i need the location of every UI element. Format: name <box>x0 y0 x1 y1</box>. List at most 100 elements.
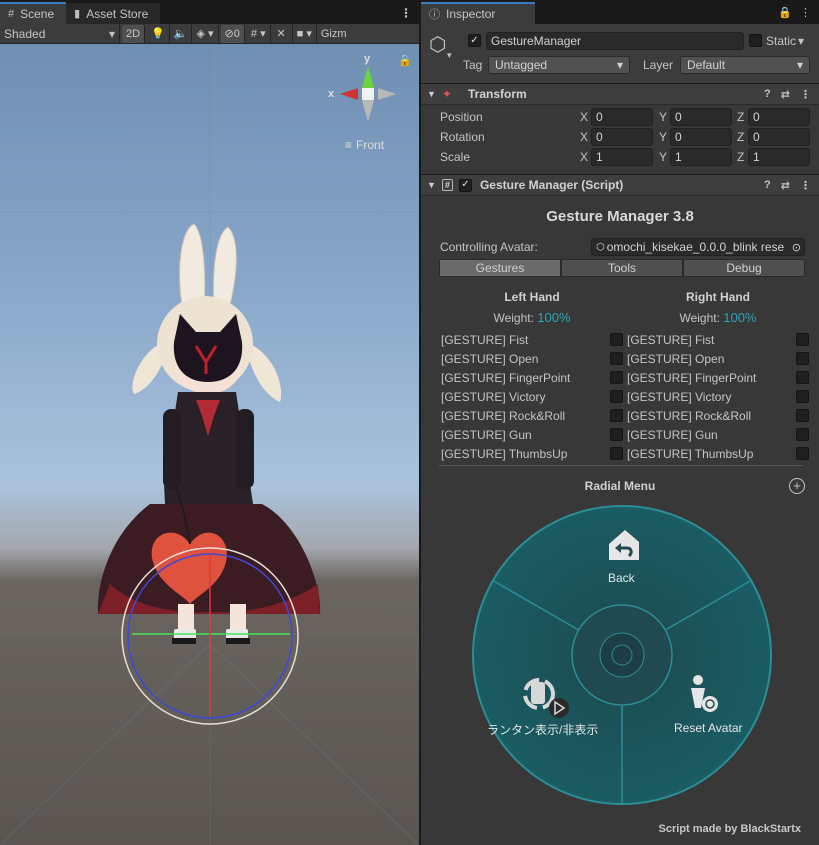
prefab-icon: ⬡ <box>596 241 605 253</box>
axis-z-label[interactable]: Z <box>737 130 744 144</box>
axis-x-label[interactable]: X <box>580 150 588 164</box>
shading-mode-dropdown[interactable]: Shaded ▾ <box>0 24 120 43</box>
object-name-field[interactable]: GestureManager <box>486 32 744 50</box>
axis-y-label[interactable]: Y <box>659 110 667 124</box>
gesture-checkbox[interactable] <box>796 371 809 384</box>
tab-inspector[interactable]: ⓘ Inspector <box>421 2 536 24</box>
rotation-row: Rotation X 0 Y 0 Z 0 <box>421 127 819 147</box>
hamburger-icon: ≡ <box>345 138 353 152</box>
static-checkbox[interactable] <box>749 34 762 47</box>
scene-toolbar: Shaded ▾ 2D 💡 🔈 ◈ ▾ ⊘ 0 # ▾ ✕ ■ ▾ Gizm <box>0 24 419 44</box>
position-row: Position X 0 Y 0 Z 0 <box>421 107 819 127</box>
gesture-checkbox[interactable] <box>796 352 809 365</box>
kebab-menu-icon[interactable]: ⋮ <box>400 6 412 20</box>
scale-z-field[interactable]: 1 <box>748 148 810 166</box>
tag-dropdown[interactable]: Untagged ▾ <box>488 56 630 74</box>
grid-snap-dropdown[interactable]: # ▾ <box>247 24 271 43</box>
preset-icon[interactable]: ⇄ <box>781 179 790 192</box>
view-direction-label[interactable]: ≡ Front <box>345 138 384 152</box>
position-x-field[interactable]: 0 <box>591 108 653 126</box>
gesture-checkbox[interactable] <box>796 390 809 403</box>
foldout-arrow-icon: ▼ <box>427 180 436 190</box>
kebab-menu-icon[interactable]: ⋮ <box>800 179 811 192</box>
position-z-value: 0 <box>753 110 760 124</box>
gesture-label: [GESTURE] Fist <box>627 332 715 347</box>
static-dropdown[interactable]: Static ▾ <box>766 34 804 48</box>
axis-y-label[interactable]: Y <box>659 130 667 144</box>
lighting-toggle-button[interactable]: 💡 <box>147 24 170 43</box>
audio-toggle-button[interactable]: 🔈 <box>170 24 193 43</box>
rotation-z-field[interactable]: 0 <box>748 128 810 146</box>
lock-icon[interactable]: 🔒 <box>778 6 792 19</box>
position-z-field[interactable]: 0 <box>748 108 810 126</box>
help-icon[interactable]: ? <box>764 179 771 192</box>
credits-footer: Script made by BlackStartx <box>658 823 801 835</box>
axis-z-label[interactable]: Z <box>737 110 744 124</box>
gesture-row: [GESTURE] Open <box>439 349 625 368</box>
transform-header[interactable]: ▼ ✦ Transform ? ⇄ ⋮ <box>421 83 819 105</box>
gesture-checkbox[interactable] <box>610 352 623 365</box>
controlling-avatar-value: omochi_kisekae_0.0.0_blink rese <box>606 240 785 254</box>
position-y-field[interactable]: 0 <box>670 108 732 126</box>
gesture-checkbox[interactable] <box>610 447 623 460</box>
add-button[interactable]: + <box>789 478 805 494</box>
gesture-checkbox[interactable] <box>610 390 623 403</box>
tab-asset-store[interactable]: ▮ Asset Store <box>66 2 161 24</box>
left-hand-title: Left Hand <box>504 290 560 304</box>
preset-icon[interactable]: ⇄ <box>781 88 790 101</box>
hidden-objects-button[interactable]: ⊘ 0 <box>220 24 245 43</box>
gesture-label: [GESTURE] FingerPoint <box>627 370 757 385</box>
2d-toggle-button[interactable]: 2D <box>122 24 146 43</box>
orientation-gizmo[interactable] <box>340 66 396 122</box>
controlling-avatar-field[interactable]: ⬡ omochi_kisekae_0.0.0_blink rese ⊙ <box>591 238 805 256</box>
camera-dropdown[interactable]: ■ ▾ <box>293 24 317 43</box>
component-enabled-checkbox[interactable]: ✓ <box>458 178 472 192</box>
axes-icon: ✦ <box>441 87 452 101</box>
kebab-menu-icon[interactable]: ⋮ <box>800 88 811 101</box>
gizmos-dropdown[interactable]: Gizm <box>317 25 351 43</box>
tools-button[interactable]: ✕ <box>271 24 293 43</box>
help-icon[interactable]: ? <box>764 88 771 101</box>
gesture-label: [GESTURE] Fist <box>441 332 529 347</box>
radial-item-lantern-label[interactable]: ランタン表示/非表示 <box>487 721 598 738</box>
gesture-checkbox[interactable] <box>796 333 809 346</box>
view-direction-text: Front <box>356 138 385 152</box>
gesture-checkbox[interactable] <box>610 409 623 422</box>
gesture-manager-header[interactable]: ▼ # ✓ Gesture Manager (Script) ? ⇄ ⋮ <box>421 174 819 196</box>
foldout-arrow-icon: ▼ <box>427 89 436 99</box>
axis-z-label[interactable]: Z <box>737 150 744 164</box>
rotation-x-field[interactable]: 0 <box>591 128 653 146</box>
shopping-bag-icon: ▮ <box>74 8 81 20</box>
layer-dropdown[interactable]: Default ▾ <box>680 56 810 74</box>
chevron-down-icon: ▾ <box>108 26 115 41</box>
tab-debug[interactable]: Debug <box>683 259 805 277</box>
position-x-value: 0 <box>596 110 603 124</box>
axis-x-label[interactable]: X <box>580 110 588 124</box>
rotation-y-field[interactable]: 0 <box>670 128 732 146</box>
kebab-menu-icon[interactable]: ⋮ <box>800 6 811 19</box>
speaker-icon: 🔈 <box>173 28 188 40</box>
gesture-checkbox[interactable] <box>610 428 623 441</box>
effects-dropdown[interactable]: ◈ ▾ <box>192 24 219 43</box>
gesture-checkbox[interactable] <box>610 371 623 384</box>
radial-menu[interactable] <box>469 502 775 808</box>
gesture-checkbox[interactable] <box>610 333 623 346</box>
tab-tools[interactable]: Tools <box>561 259 683 277</box>
scale-y-field[interactable]: 1 <box>670 148 732 166</box>
gesture-manager-component-title: Gesture Manager (Script) <box>479 178 624 192</box>
axis-y-label[interactable]: Y <box>659 150 667 164</box>
scale-x-field[interactable]: 1 <box>591 148 653 166</box>
lock-icon[interactable]: 🔒 <box>398 54 412 67</box>
radial-item-reset-label[interactable]: Reset Avatar <box>674 721 742 735</box>
radial-item-back-label[interactable]: Back <box>608 571 635 585</box>
gesture-checkbox[interactable] <box>796 409 809 422</box>
tab-gestures[interactable]: Gestures <box>439 259 561 277</box>
tab-scene[interactable]: # Scene <box>0 2 67 24</box>
chevron-down-icon[interactable]: ▾ <box>447 50 452 61</box>
axis-x-label[interactable]: X <box>580 130 588 144</box>
gesture-checkbox[interactable] <box>796 428 809 441</box>
scene-viewport[interactable]: y x 🔒 ≡ Front <box>0 44 419 845</box>
gesture-checkbox[interactable] <box>796 447 809 460</box>
object-picker-icon[interactable]: ⊙ <box>792 241 801 254</box>
active-checkbox[interactable]: ✓ <box>468 34 481 47</box>
